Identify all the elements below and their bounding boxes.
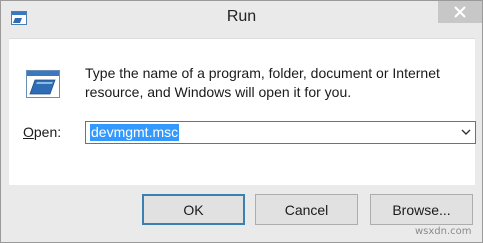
watermark: wsxdn.com: [415, 226, 472, 237]
close-icon: [454, 6, 466, 18]
run-dialog: Run Type the name of a program, folder, …: [0, 0, 483, 243]
window-title: Run: [226, 8, 257, 25]
cancel-button[interactable]: Cancel: [255, 194, 358, 225]
ok-button[interactable]: OK: [142, 194, 245, 225]
browse-button[interactable]: Browse...: [370, 194, 473, 225]
open-label-accelerator: O: [23, 124, 34, 140]
open-label: Open:: [23, 124, 61, 140]
run-description: Type the name of a program, folder, docu…: [85, 65, 440, 100]
run-dialog-icon: [26, 70, 60, 98]
open-input-value[interactable]: devmgmt.msc: [90, 124, 180, 141]
open-combobox[interactable]: devmgmt.msc: [85, 121, 476, 144]
title-bar[interactable]: Run: [1, 1, 482, 37]
close-button[interactable]: [438, 1, 482, 23]
open-label-text: pen:: [33, 124, 62, 140]
dialog-content: Type the name of a program, folder, docu…: [9, 38, 476, 185]
chevron-down-icon[interactable]: [461, 127, 471, 137]
